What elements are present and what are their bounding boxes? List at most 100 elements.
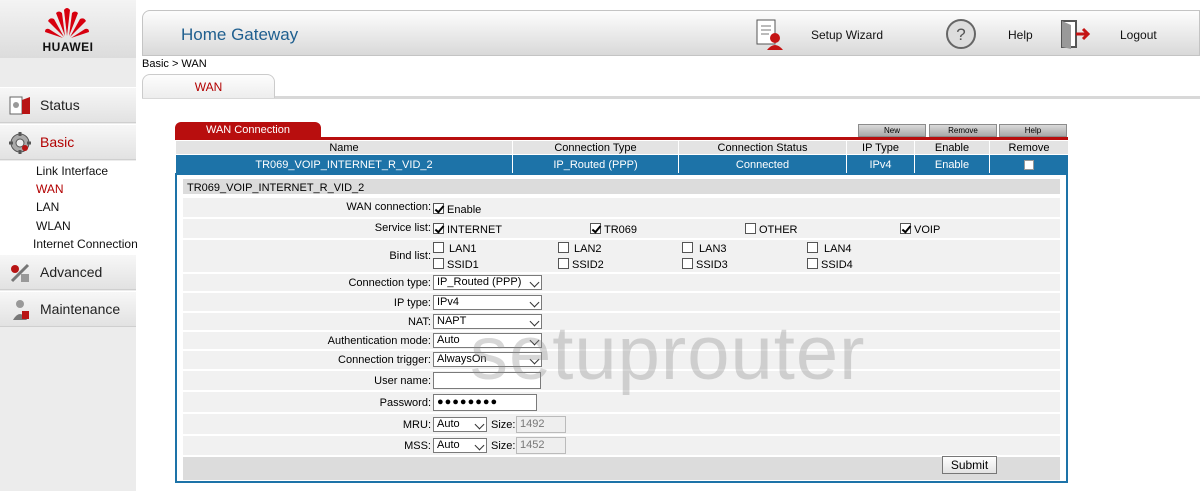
nat-select[interactable]: NAPT [433, 314, 542, 329]
nav-maintenance-label: Maintenance [40, 301, 121, 317]
nav-status[interactable]: Status [0, 87, 136, 123]
nav-advanced-label: Advanced [40, 264, 103, 280]
svg-text:?: ? [956, 25, 965, 44]
service-internet-checkbox[interactable] [433, 222, 444, 234]
service-tr069-checkbox[interactable] [590, 222, 601, 234]
mss-mode-select[interactable]: Auto [433, 438, 487, 453]
logout-icon[interactable] [1059, 18, 1091, 50]
page-title: Home Gateway [181, 25, 299, 44]
wan-enable-label: Enable [447, 204, 482, 216]
connection-type-select[interactable]: IP_Routed (PPP) [433, 275, 542, 290]
sidebar-item-wan[interactable]: WAN [36, 182, 64, 196]
row-connection-type: Connection type: IP_Routed (PPP) [183, 274, 1060, 292]
mru-size-input[interactable]: 1492 [516, 416, 566, 433]
ip-type-label: IP type: [393, 297, 431, 309]
row-submit [183, 457, 1060, 481]
left-panel: HUAWEI Status Basic Link Interface WAN L… [0, 0, 138, 491]
setup-wizard-icon[interactable] [753, 18, 785, 50]
auth-mode-label: Authentication mode: [327, 335, 431, 347]
sidebar-item-internet-connection[interactable]: Internet Connection [33, 237, 138, 251]
service-tr069-label: TR069 [604, 224, 638, 236]
service-other-checkbox[interactable] [745, 222, 756, 234]
nav-basic-label: Basic [40, 134, 75, 150]
nav-maintenance[interactable]: Maintenance [0, 291, 136, 327]
help-icon[interactable]: ? [945, 18, 977, 50]
mru-mode-select[interactable]: Auto [433, 417, 487, 432]
wan-connection-label: WAN connection: [346, 201, 431, 213]
col-connection-type: Connection Type [512, 140, 679, 155]
bind-lan2-checkbox[interactable] [558, 241, 569, 253]
auth-mode-select[interactable]: Auto [433, 333, 542, 348]
service-other-label: OTHER [759, 224, 798, 236]
breadcrumb: Basic > WAN [142, 58, 207, 70]
help-link[interactable]: Help [1008, 28, 1033, 42]
row-password: Password: ●●●●●●●● [183, 392, 1060, 413]
cell-enable: Enable [914, 154, 990, 175]
bind-lan3-label: LAN3 [699, 243, 727, 255]
row-wan-connection: WAN connection: Enable [183, 198, 1060, 218]
conn-trigger-label: Connection trigger: [338, 354, 431, 366]
ip-type-select[interactable]: IPv4 [433, 295, 542, 310]
bind-lan3-checkbox[interactable] [682, 241, 693, 253]
detail-header: TR069_VOIP_INTERNET_R_VID_2 [183, 179, 1060, 195]
mss-label: MSS: [404, 440, 431, 452]
bind-ssid3-checkbox[interactable] [682, 257, 693, 269]
bind-lan2-label: LAN2 [574, 243, 602, 255]
bind-ssid4-label: SSID4 [821, 259, 853, 271]
bind-lan4-checkbox[interactable] [807, 241, 818, 253]
wan-connection-title: WAN Connection [175, 122, 321, 138]
bind-lan1-checkbox[interactable] [433, 241, 444, 253]
submit-button[interactable]: Submit [942, 456, 997, 474]
row-ip-type: IP type: IPv4 [183, 293, 1060, 312]
bind-lan1-label: LAN1 [449, 243, 477, 255]
mru-size-label: Size: [491, 419, 516, 431]
cell-connection-type: IP_Routed (PPP) [512, 154, 679, 175]
setup-wizard-link[interactable]: Setup Wizard [811, 28, 883, 42]
table-header-row: Name Connection Type Connection Status I… [175, 140, 1069, 155]
logout-link[interactable]: Logout [1120, 28, 1157, 42]
row-auth-mode: Authentication mode: Auto [183, 332, 1060, 350]
tab-wan[interactable]: WAN [142, 74, 275, 98]
row-user-name: User name: [183, 371, 1060, 391]
bind-ssid1-checkbox[interactable] [433, 257, 444, 269]
help-button[interactable]: Help [999, 124, 1067, 137]
cell-name: TR069_VOIP_INTERNET_R_VID_2 [175, 154, 513, 175]
brand-name: HUAWEI [42, 40, 94, 54]
bind-ssid3-label: SSID3 [696, 259, 728, 271]
bind-ssid4-checkbox[interactable] [807, 257, 818, 269]
col-connection-status: Connection Status [678, 140, 847, 155]
cell-connection-status: Connected [678, 154, 847, 175]
bind-lan4-label: LAN4 [824, 243, 852, 255]
huawei-petals-icon [45, 8, 89, 38]
row-mss: MSS: Auto Size: 1452 [183, 436, 1060, 456]
bind-list-label: Bind list: [389, 250, 431, 262]
cell-ip-type: IPv4 [846, 154, 915, 175]
service-internet-label: INTERNET [447, 224, 502, 236]
table-row[interactable]: TR069_VOIP_INTERNET_R_VID_2 IP_Routed (P… [175, 154, 1069, 175]
wan-enable-checkbox[interactable] [433, 202, 444, 214]
service-voip-label: VOIP [914, 224, 941, 236]
nav-advanced[interactable]: Advanced [0, 254, 136, 290]
password-input[interactable]: ●●●●●●●● [433, 394, 537, 411]
bind-ssid2-label: SSID2 [572, 259, 604, 271]
user-name-input[interactable] [433, 372, 541, 389]
bind-ssid2-checkbox[interactable] [558, 257, 569, 269]
service-voip-checkbox[interactable] [900, 222, 911, 234]
col-enable: Enable [914, 140, 990, 155]
row-bind-list: Bind list: LAN1 LAN2 LAN3 LAN4 SSID1 SSI… [183, 240, 1060, 273]
sidebar-item-lan[interactable]: LAN [36, 200, 59, 214]
cell-remove [989, 154, 1069, 175]
nav-basic[interactable]: Basic [0, 124, 136, 160]
remove-button[interactable]: Remove [929, 124, 997, 137]
status-icon [9, 96, 30, 115]
huawei-logo: HUAWEI [0, 0, 136, 58]
conn-trigger-select[interactable]: AlwaysOn [433, 352, 542, 367]
sidebar-item-link-interface[interactable]: Link Interface [36, 164, 108, 178]
sidebar-item-wlan[interactable]: WLAN [36, 219, 71, 233]
new-button[interactable]: New [858, 124, 926, 137]
maintenance-icon [13, 300, 29, 320]
remove-checkbox[interactable] [1024, 159, 1034, 170]
mss-size-input[interactable]: 1452 [516, 437, 566, 454]
tab-bar-line [142, 96, 1200, 99]
connection-grid: Name Connection Type Connection Status I… [175, 140, 1069, 175]
